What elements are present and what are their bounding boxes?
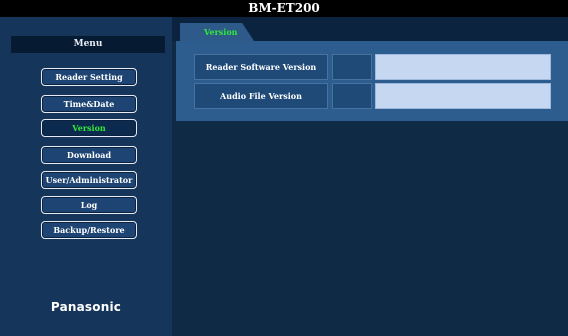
application-window: BM-ET200 Menu Reader Setting Time&Date V… [0, 0, 568, 336]
time-date-button[interactable]: Time&Date [41, 95, 137, 113]
reader-software-version-spacer [332, 54, 372, 80]
reader-setting-button[interactable]: Reader Setting [41, 68, 137, 86]
reader-software-version-label: Reader Software Version [194, 54, 328, 80]
main-content: Version Reader Software Version Audio Fi… [172, 17, 568, 336]
panasonic-logo: Panasonic [50, 300, 122, 314]
version-panel: Reader Software Version Audio File Versi… [176, 41, 568, 121]
log-button[interactable]: Log [41, 196, 137, 214]
tab-strip: Version [172, 17, 568, 41]
version-button[interactable]: Version [41, 119, 137, 137]
audio-file-version-label: Audio File Version [194, 83, 328, 109]
reader-software-version-value [375, 54, 551, 80]
tab-version[interactable]: Version [180, 23, 254, 41]
window-title: BM-ET200 [0, 0, 568, 17]
download-button[interactable]: Download [41, 146, 137, 164]
user-administrator-button[interactable]: User/Administrator [41, 171, 137, 189]
audio-file-version-value [375, 83, 551, 109]
menu-header: Menu [11, 36, 165, 53]
audio-file-version-spacer [332, 83, 372, 109]
backup-restore-button[interactable]: Backup/Restore [41, 221, 137, 239]
